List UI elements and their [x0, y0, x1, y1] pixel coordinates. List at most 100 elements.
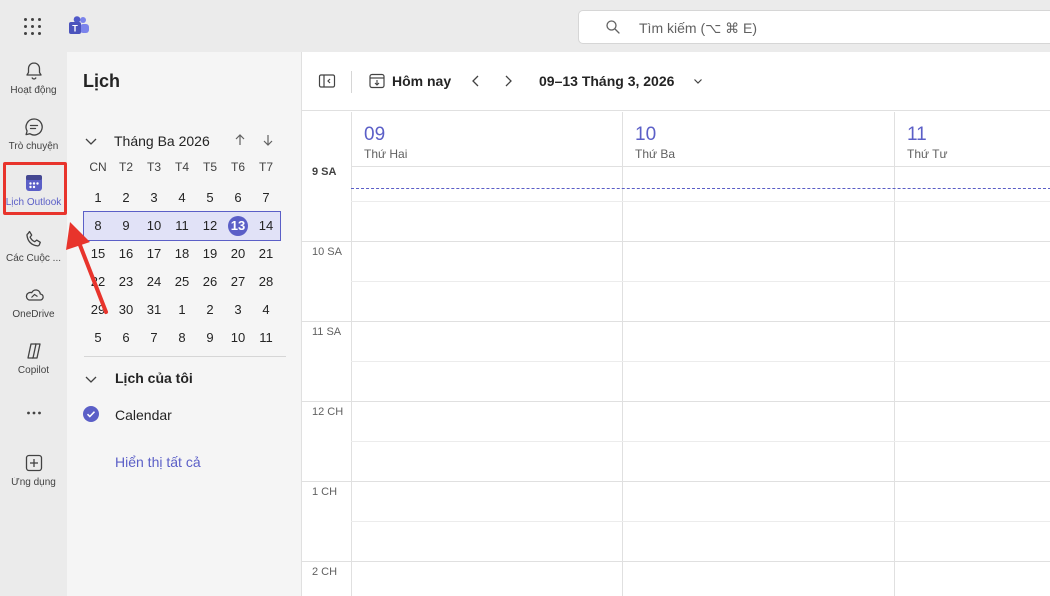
date-cell[interactable]: 31 [140, 296, 168, 324]
date-cell[interactable]: 7 [140, 324, 168, 352]
half-hour-line [351, 521, 1050, 522]
date-cell[interactable]: 6 [112, 324, 140, 352]
date-cell[interactable]: 29 [84, 296, 112, 324]
date-cell[interactable]: 8 [84, 212, 112, 240]
date-cell[interactable]: 10 [224, 324, 252, 352]
search-placeholder: Tìm kiếm (⌥ ⌘ E) [639, 20, 758, 36]
my-calendars-header[interactable]: Lịch của tôi [83, 368, 288, 388]
date-range-label[interactable]: 09–13 Tháng 3, 2026 [539, 73, 674, 89]
date-cell[interactable]: 7 [252, 184, 280, 212]
rail-item-copilot[interactable]: Copilot [0, 340, 67, 396]
weekday-label: T6 [230, 160, 245, 174]
date-cell[interactable]: 3 [140, 184, 168, 212]
date-cell[interactable]: 22 [84, 268, 112, 296]
date-cell[interactable]: 1 [168, 296, 196, 324]
week-row: 5 6 7 8 9 10 11 [84, 324, 280, 352]
hour-label: 9 SA [312, 166, 337, 178]
date-cell[interactable]: 5 [196, 184, 224, 212]
checkmark-icon[interactable] [83, 406, 99, 422]
date-cell[interactable]: 28 [252, 268, 280, 296]
panel-title: Lịch [83, 71, 121, 91]
date-cell[interactable]: 1 [84, 184, 112, 212]
calendar-side-panel: Lịch Tháng Ba 2026 CN T2 T3 T4 T5 T6 T7 123456… [67, 52, 301, 596]
weekday-label: T2 [118, 160, 133, 174]
show-all-link[interactable]: Hiển thị tất cả [115, 454, 201, 470]
chevron-down-icon[interactable] [692, 75, 704, 87]
day-header[interactable]: 11 Thứ Tư [894, 112, 1050, 167]
toolbar-divider [351, 71, 352, 93]
date-cell[interactable]: 4 [168, 184, 196, 212]
half-hour-line [351, 281, 1050, 282]
date-cell[interactable]: 23 [112, 268, 140, 296]
rail-item-activity[interactable]: Hoạt động [0, 60, 67, 116]
rail-item-onedrive[interactable]: OneDrive [0, 284, 67, 340]
chevron-down-icon [85, 376, 97, 383]
half-hour-line [351, 441, 1050, 442]
date-cell[interactable]: 20 [224, 240, 252, 268]
date-cell[interactable]: 26 [196, 268, 224, 296]
calendar-list-item[interactable]: Calendar [83, 405, 288, 425]
arrow-down-icon[interactable] [261, 131, 275, 149]
date-cell[interactable]: 27 [224, 268, 252, 296]
date-cell[interactable]: 6 [224, 184, 252, 212]
phone-icon [25, 230, 41, 247]
day-header[interactable]: 09 Thứ Hai [351, 112, 622, 167]
search-input[interactable]: Tìm kiếm (⌥ ⌘ E) [578, 10, 1050, 44]
copilot-icon [26, 343, 41, 359]
date-cell[interactable]: 12 [196, 212, 224, 240]
day-column-divider [894, 167, 895, 596]
date-cell[interactable]: 2 [112, 184, 140, 212]
half-hour-line [351, 201, 1050, 202]
calendar-today-icon [369, 73, 385, 89]
date-cell[interactable]: 5 [84, 324, 112, 352]
date-cell[interactable]: 18 [168, 240, 196, 268]
chevron-right-icon[interactable] [500, 73, 516, 89]
collapse-panel-icon[interactable] [318, 73, 336, 89]
divider [84, 356, 286, 357]
weekday-label: T3 [146, 160, 161, 174]
app-launcher-icon[interactable] [24, 18, 42, 36]
month-label: Tháng Ba 2026 [114, 133, 210, 149]
date-cell[interactable]: 16 [112, 240, 140, 268]
day-header[interactable]: 10 Thứ Ba [622, 112, 894, 167]
calendar-name: Calendar [115, 407, 172, 423]
hour-line [302, 561, 1050, 562]
half-hour-line [351, 361, 1050, 362]
date-cell[interactable]: 10 [140, 212, 168, 240]
rail-label: Ứng dụng [11, 477, 56, 488]
date-cell[interactable]: 8 [168, 324, 196, 352]
rail-item-more[interactable] [0, 402, 67, 426]
weekday-label: T5 [202, 160, 217, 174]
date-cell[interactable]: 2 [196, 296, 224, 324]
date-cell[interactable]: 19 [196, 240, 224, 268]
date-cell[interactable]: 30 [112, 296, 140, 324]
chevron-down-icon[interactable] [83, 133, 99, 149]
weekday-row: CN T2 T3 T4 T5 T6 T7 [84, 156, 280, 184]
date-cell-today[interactable]: 13 [224, 212, 252, 240]
date-cell[interactable]: 25 [168, 268, 196, 296]
date-cell[interactable]: 17 [140, 240, 168, 268]
rail-item-apps[interactable]: Ứng dụng [0, 452, 67, 508]
selected-week-row: 8 9 10 11 12 13 14 [83, 211, 281, 241]
date-cell[interactable]: 14 [252, 212, 280, 240]
date-cell[interactable]: 3 [224, 296, 252, 324]
day-name: Thứ Hai [364, 147, 408, 161]
date-cell[interactable]: 21 [252, 240, 280, 268]
rail-item-calls[interactable]: Các Cuộc ... [0, 228, 67, 284]
date-cell[interactable]: 4 [252, 296, 280, 324]
day-number: 11 [907, 124, 927, 145]
date-cell[interactable]: 9 [196, 324, 224, 352]
my-calendars-label: Lịch của tôi [115, 370, 193, 386]
chevron-left-icon[interactable] [468, 73, 484, 89]
add-app-icon [25, 454, 42, 472]
day-name: Thứ Ba [635, 147, 676, 161]
date-cell[interactable]: 11 [252, 324, 280, 352]
date-cell[interactable]: 11 [168, 212, 196, 240]
today-label: Hôm nay [392, 73, 452, 89]
arrow-up-icon[interactable] [233, 131, 247, 149]
date-cell[interactable]: 9 [112, 212, 140, 240]
date-cell[interactable]: 15 [84, 240, 112, 268]
search-icon [606, 20, 620, 34]
date-cell[interactable]: 24 [140, 268, 168, 296]
hour-label: 12 CH [312, 406, 344, 418]
